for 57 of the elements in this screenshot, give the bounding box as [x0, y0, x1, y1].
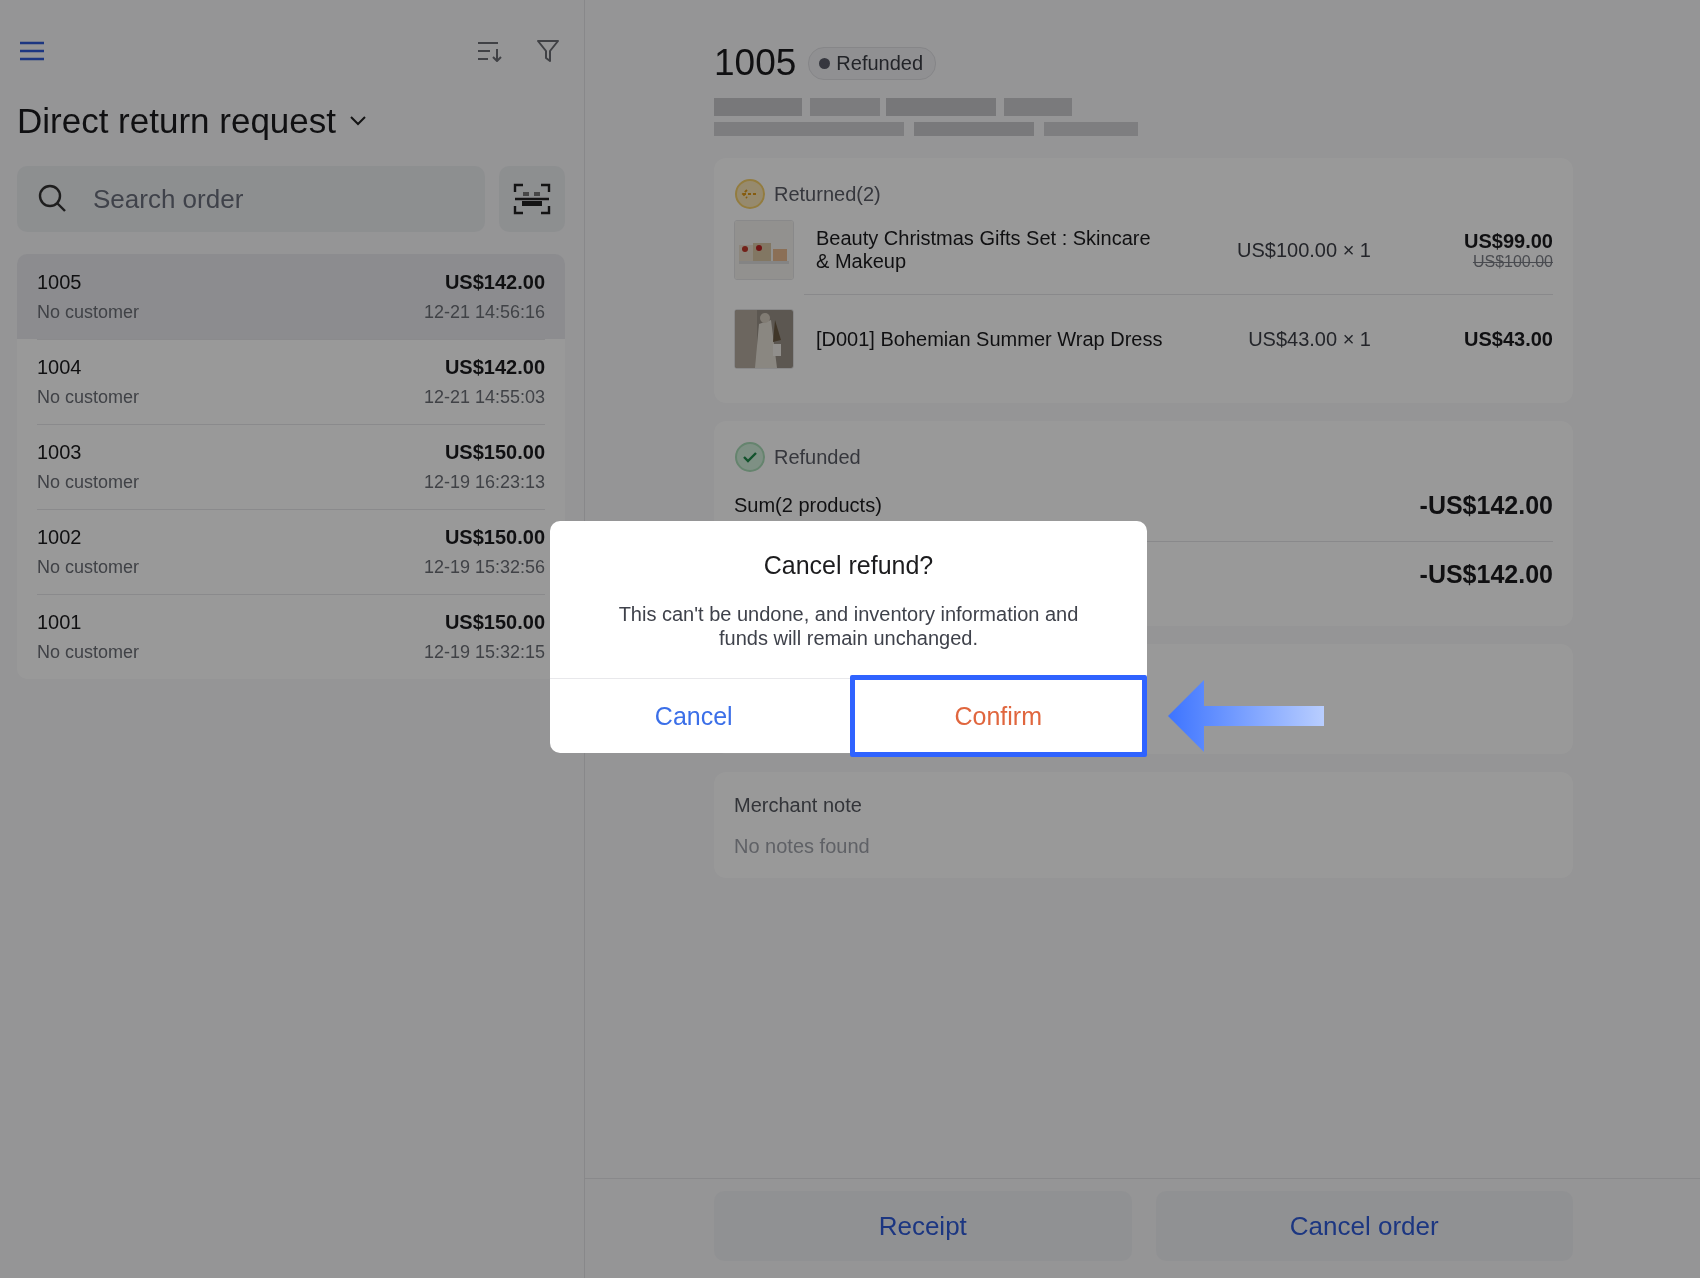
- check-circle-icon: [734, 441, 766, 473]
- order-number-heading: 1005: [714, 42, 797, 84]
- order-row[interactable]: 1004 US$142.00 No customer 12-21 14:55:03: [17, 339, 565, 424]
- product-name: [D001] Bohemian Summer Wrap Dress: [816, 327, 1164, 351]
- order-amount: US$150.00: [444, 610, 545, 634]
- order-row[interactable]: 1003 US$150.00 No customer 12-19 16:23:13: [17, 424, 565, 509]
- sort-icon[interactable]: [477, 40, 503, 62]
- order-number: 1001: [37, 610, 82, 634]
- search-field[interactable]: Search order: [17, 166, 485, 232]
- order-time: 12-19 15:32:15: [423, 641, 545, 663]
- order-amount: US$142.00: [444, 355, 545, 379]
- order-time: 12-21 14:56:16: [423, 301, 545, 323]
- unit-price: US$43.00 × 1: [1247, 327, 1371, 351]
- scan-button[interactable]: [499, 166, 565, 232]
- chevron-down-icon[interactable]: [350, 116, 367, 126]
- cancel-button[interactable]: Cancel: [550, 679, 838, 753]
- original-price: US$100.00: [1472, 252, 1553, 271]
- barcode-scan-icon: [513, 183, 551, 215]
- action-button[interactable]: Cancel order: [1155, 1191, 1573, 1261]
- order-number: 1002: [37, 525, 82, 549]
- order-time: 12-19 16:23:13: [423, 471, 545, 493]
- refund-amount: -US$142.00: [1419, 490, 1553, 520]
- customer-name: No customer: [37, 386, 140, 408]
- order-row[interactable]: 1001 US$150.00 No customer 12-19 15:32:15: [17, 594, 565, 679]
- order-amount: US$142.00: [444, 270, 545, 294]
- customer-name: No customer: [37, 471, 140, 493]
- customer-name: No customer: [37, 301, 140, 323]
- confirm-button[interactable]: Confirm: [849, 675, 1147, 757]
- order-time: 12-19 15:32:56: [423, 556, 545, 578]
- section-title: Returned(2): [774, 182, 881, 206]
- search-icon: [38, 184, 68, 214]
- filter-icon[interactable]: [537, 39, 559, 63]
- refund-amount: -US$142.00: [1419, 559, 1553, 589]
- product-price: US$43.00: [1464, 327, 1553, 351]
- order-number: 1004: [37, 355, 82, 379]
- order-number: 1003: [37, 440, 82, 464]
- customer-name: No customer: [37, 641, 140, 663]
- customer-name: No customer: [37, 556, 140, 578]
- order-amount: US$150.00: [444, 525, 545, 549]
- note-text: No notes found: [734, 835, 871, 858]
- action-button[interactable]: Receipt: [714, 1191, 1132, 1261]
- order-number: 1005: [37, 270, 82, 294]
- dialog-title: Cancel refund?: [763, 551, 934, 580]
- order-row[interactable]: 1002 US$150.00 No customer 12-19 15:32:56: [17, 509, 565, 594]
- product-price: US$99.00: [1464, 229, 1553, 253]
- order-time: 12-21 14:55:03: [423, 386, 545, 408]
- menu-icon[interactable]: [19, 41, 45, 61]
- unit-price: US$100.00 × 1: [1236, 238, 1371, 262]
- product-name: Beauty Christmas Gifts Set : Skincare & Makeup: [816, 227, 1152, 273]
- page-title: Direct return request: [17, 101, 337, 141]
- section-title: Merchant note: [734, 794, 863, 817]
- sum-label: Sum(2 products): [734, 493, 882, 517]
- order-amount: US$150.00: [444, 440, 545, 464]
- section-title: Refunded: [774, 445, 861, 469]
- status-badge: Refunded: [808, 46, 937, 80]
- dialog-message: This can't be undone, and inventory information and funds will remain unchanged.: [617, 602, 1080, 650]
- order-row[interactable]: 1005 US$142.00 No customer 12-21 14:56:16: [17, 254, 565, 339]
